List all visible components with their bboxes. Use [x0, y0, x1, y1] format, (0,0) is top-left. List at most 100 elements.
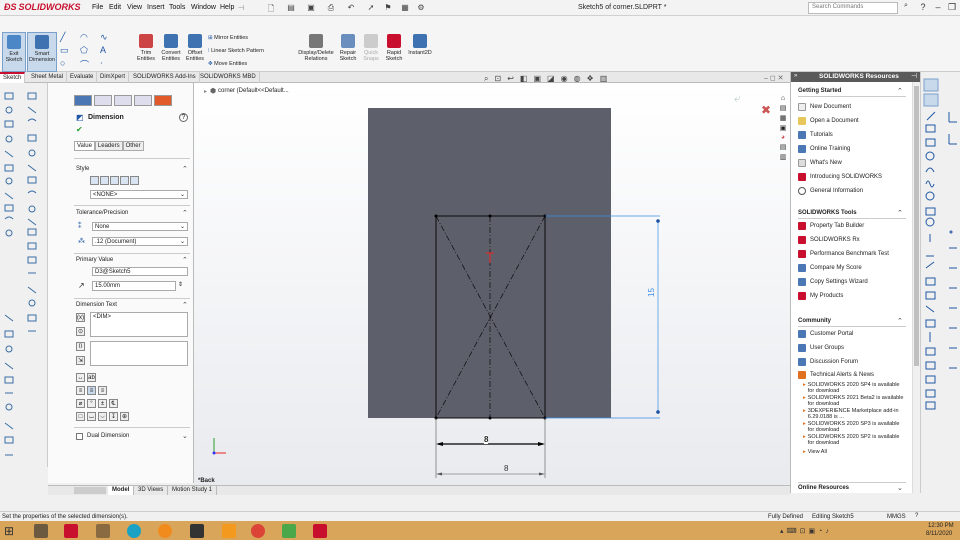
list-item[interactable]: Performance Benchmark Test	[798, 247, 908, 261]
point-icon[interactable]: ⋅	[100, 58, 103, 69]
offset-entities-button[interactable]: Offset Entities	[184, 34, 206, 62]
sketch-point[interactable]	[488, 214, 492, 218]
center-dimension-icon[interactable]: ⊙	[76, 327, 85, 336]
list-item[interactable]: General Information	[798, 184, 908, 198]
menu-view[interactable]: View	[127, 4, 142, 11]
depth-symbol-icon[interactable]: ↧	[109, 412, 118, 421]
collapse-icon[interactable]: ⌃	[182, 256, 188, 264]
collapse-icon[interactable]: ⌃	[182, 165, 188, 173]
fillet-icon[interactable]: ⌒	[80, 58, 89, 71]
tab-scroll-controls[interactable]	[74, 487, 106, 494]
save-icon[interactable]: ▣	[306, 3, 316, 13]
collapse-icon[interactable]: ⌃	[897, 317, 903, 325]
linear-pattern-button[interactable]: ⁞ Linear Sketch Pattern	[208, 48, 264, 54]
delete-style-icon[interactable]	[110, 176, 119, 185]
menu-edit[interactable]: Edit	[109, 4, 121, 11]
style-section-header[interactable]: Style	[76, 166, 89, 172]
primary-value-input[interactable]: 15.00mm	[92, 281, 176, 291]
dim-handle[interactable]	[656, 219, 660, 223]
folder-icon[interactable]	[96, 524, 110, 538]
square-symbol-icon[interactable]: □	[76, 412, 85, 421]
solidworks-logo[interactable]: ƉS SOLIDWORKS	[4, 2, 81, 12]
text-icon[interactable]: A	[100, 45, 106, 55]
dimension-text-bottom-field[interactable]	[90, 341, 188, 366]
break-line-icon[interactable]: ↔	[76, 373, 85, 382]
graphics-area[interactable]: ▸ ⬢ corner (Default<<Default... ⌕ ⊡ ↩ ◧ …	[194, 74, 790, 493]
tab-sketch[interactable]: Sketch	[0, 72, 26, 83]
collapse-icon[interactable]: ⌃	[182, 209, 188, 217]
double-arrow-icon[interactable]: »	[794, 73, 797, 79]
tab-mbd[interactable]: SOLIDWORKS MBD	[197, 72, 260, 83]
exit-sketch-button[interactable]: Exit Sketch	[2, 32, 26, 72]
tab-sheet-metal[interactable]: Sheet Metal	[28, 72, 68, 83]
csink-symbol-icon[interactable]: ⌵	[98, 412, 107, 421]
list-item[interactable]: Discussion Forum	[798, 355, 908, 369]
search-commands-input[interactable]: Search Commands	[808, 2, 898, 14]
tab-other[interactable]: Other	[122, 141, 144, 151]
open-icon[interactable]: ▤	[286, 3, 296, 13]
menu-help[interactable]: Help	[220, 4, 234, 11]
expand-icon[interactable]: ⌄	[182, 432, 188, 440]
feature-manager-tab-icon[interactable]	[74, 95, 92, 106]
collapse-icon[interactable]: ⌃	[182, 301, 188, 309]
pin-icon[interactable]: ⊣	[911, 72, 917, 80]
list-item[interactable]: Technical Alerts & News	[798, 369, 908, 381]
tolerance-select[interactable]: None ⌄	[92, 222, 188, 231]
add-parentheses-icon[interactable]: (x)	[76, 313, 85, 322]
collapse-icon[interactable]: ⌄	[897, 484, 903, 492]
collapse-icon[interactable]: ⌃	[897, 209, 903, 217]
news-item[interactable]: ▸ SOLIDWORKS 2020 SP3 is available for do…	[803, 421, 907, 433]
news-item[interactable]: ▸ SOLIDWORKS 2021 Beta2 is available for …	[803, 395, 907, 407]
dimension-text-section-header[interactable]: Dimension Text	[76, 302, 117, 308]
menu-window[interactable]: Window	[191, 4, 216, 11]
dimension-8-label[interactable]: 8	[484, 435, 489, 444]
list-item[interactable]: Introducing SOLIDWORKS	[798, 170, 908, 184]
dimxpert-manager-tab-icon[interactable]	[134, 95, 152, 106]
news-item[interactable]: ▸ 3DEXPERIENCE Marketplace add-in 6.29.01…	[803, 408, 907, 420]
options-icon[interactable]: ⚙	[416, 3, 426, 13]
tab-evaluate[interactable]: Evaluate	[67, 72, 98, 83]
sketch-point[interactable]	[434, 214, 438, 218]
primary-value-section-header[interactable]: Primary Value	[76, 257, 113, 263]
list-item[interactable]: New Document	[798, 100, 908, 114]
tab-value[interactable]: Value	[74, 141, 95, 151]
help-icon[interactable]: ?	[179, 113, 188, 122]
dimension-15-label[interactable]: 15	[647, 288, 656, 297]
units-selector[interactable]: MMGS	[887, 514, 906, 520]
trim-entities-button[interactable]: Trim Entities	[134, 34, 158, 62]
tab-3d-views[interactable]: 3D Views	[134, 486, 169, 495]
tab-leaders[interactable]: Leaders	[94, 141, 123, 151]
align-left-icon[interactable]: ≡	[76, 386, 85, 395]
cbore-symbol-icon[interactable]: ⌴	[87, 412, 96, 421]
print-icon[interactable]: ⎙	[326, 3, 336, 13]
file-properties-icon[interactable]: ▦	[400, 3, 410, 13]
sketch-point[interactable]	[488, 416, 492, 420]
online-resources-heading[interactable]: Online Resources	[798, 485, 849, 491]
file-explorer-icon[interactable]	[34, 524, 48, 538]
menu-file[interactable]: File	[92, 4, 103, 11]
instant2d-button[interactable]: Instant2D	[406, 34, 434, 56]
tab-addins[interactable]: SOLIDWORKS Add-Ins	[130, 72, 200, 83]
polygon-icon[interactable]: ⬠	[80, 45, 88, 56]
list-item[interactable]: User Groups	[798, 341, 908, 355]
news-item[interactable]: ▸ SOLIDWORKS 2020 SP2 is available for do…	[803, 434, 907, 446]
minimize-icon[interactable]: –	[932, 2, 944, 14]
community-heading[interactable]: Community	[798, 318, 831, 324]
configuration-manager-tab-icon[interactable]	[114, 95, 132, 106]
align-center-icon[interactable]: ≡	[87, 386, 96, 395]
tab-motion-study-1[interactable]: Motion Study 1	[168, 486, 218, 495]
scrollbar-thumb[interactable]	[914, 86, 919, 366]
list-item[interactable]: What's New	[798, 156, 908, 170]
plus-minus-symbol-icon[interactable]: ±	[98, 399, 107, 408]
ccleaner-icon[interactable]	[127, 524, 141, 538]
smart-dimension-button[interactable]: Smart Dimension	[27, 32, 57, 72]
solidworks-2020-icon[interactable]	[313, 524, 327, 538]
tolerance-section-header[interactable]: Tolerance/Precision	[76, 210, 128, 216]
list-item[interactable]: Copy Settings Wizard	[798, 275, 908, 289]
style-select[interactable]: <NONE> ⌄	[90, 190, 188, 199]
clock-date[interactable]: 8/11/2020	[926, 531, 952, 537]
pin-icon[interactable]: ⊣	[238, 4, 244, 12]
repair-sketch-button[interactable]: Repair Sketch	[338, 34, 358, 62]
convert-entities-button[interactable]: Convert Entities	[158, 34, 184, 62]
ok-check-icon[interactable]: ✔	[76, 125, 83, 134]
